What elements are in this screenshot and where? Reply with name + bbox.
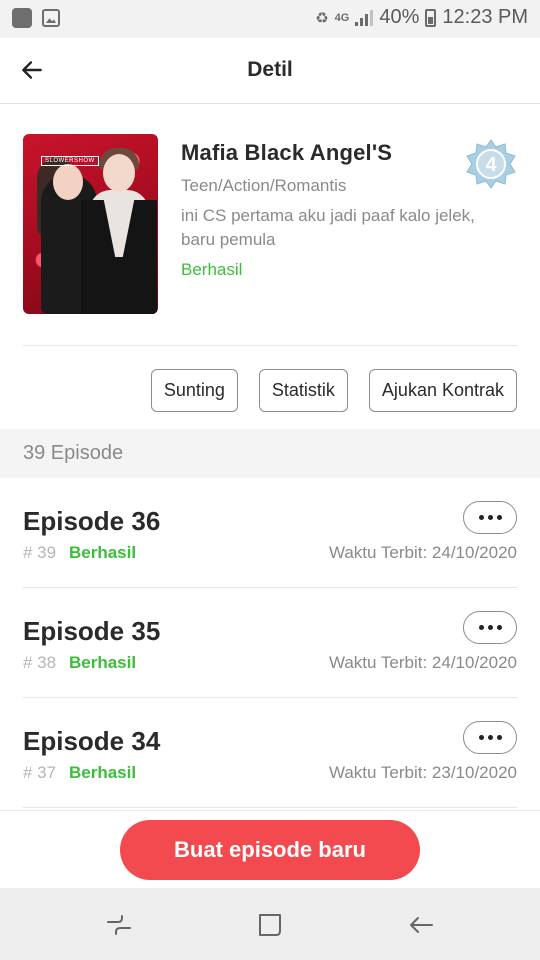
home-button[interactable] xyxy=(255,910,285,940)
book-status: Berhasil xyxy=(181,260,243,279)
battery-icon xyxy=(425,8,437,27)
clock: 12:23 PM xyxy=(442,6,528,28)
recents-icon xyxy=(107,915,131,935)
episode-row[interactable]: Episode 35 # 38 Berhasil Waktu Terbit: 2… xyxy=(23,588,517,698)
home-icon xyxy=(259,914,281,936)
book-genre: Teen/Action/Romantis xyxy=(181,176,347,195)
episode-count-strip: 39 Episode xyxy=(0,429,540,478)
image-icon xyxy=(42,9,60,27)
cover-tag: SLOWERSHOW xyxy=(41,156,99,166)
more-options-button[interactable] xyxy=(463,721,517,754)
episode-publish-date: Waktu Terbit: 23/10/2020 xyxy=(328,763,517,782)
episode-title: Episode 35 xyxy=(23,616,161,646)
more-dots-icon xyxy=(478,735,484,740)
episode-number: # 39 xyxy=(23,543,57,562)
battery-percent: 40% xyxy=(379,6,420,28)
edit-button[interactable]: Sunting xyxy=(150,369,238,412)
book-title: Mafia Black Angel'S xyxy=(181,140,393,165)
level-badge-icon: 4 xyxy=(466,139,516,189)
page-title: Detil xyxy=(247,58,293,81)
episode-title: Episode 34 xyxy=(23,726,161,756)
episode-number: # 38 xyxy=(23,653,57,672)
recycle-icon: ♻ xyxy=(315,9,329,27)
episode-number: # 37 xyxy=(23,763,57,782)
status-right: ♻ 4G 40% 12:23 PM xyxy=(315,6,528,29)
episode-status: Berhasil xyxy=(69,763,137,782)
book-info: SLOWERSHOW Mafia Black Angel'S Teen/Acti… xyxy=(23,134,517,314)
episode-status: Berhasil xyxy=(69,543,137,562)
status-bar: ♻ 4G 40% 12:23 PM xyxy=(0,0,540,38)
episode-publish-date: Waktu Terbit: 24/10/2020 xyxy=(328,653,517,672)
episode-title: Episode 36 xyxy=(23,506,161,536)
book-cover-image[interactable]: SLOWERSHOW xyxy=(23,134,158,314)
more-options-button[interactable] xyxy=(463,611,517,644)
signal-icon xyxy=(355,9,374,26)
nav-back-button[interactable] xyxy=(406,910,436,940)
episode-publish-date: Waktu Terbit: 24/10/2020 xyxy=(328,543,517,562)
divider xyxy=(23,345,517,346)
episode-row[interactable]: Episode 36 # 39 Berhasil Waktu Terbit: 2… xyxy=(23,478,517,588)
level-number: 4 xyxy=(485,154,497,176)
episode-list: Episode 36 # 39 Berhasil Waktu Terbit: 2… xyxy=(23,478,517,808)
create-episode-button[interactable]: Buat episode baru xyxy=(120,820,420,880)
more-dots-icon xyxy=(478,515,484,520)
bottom-cta-area: Buat episode baru xyxy=(0,810,540,888)
more-options-button[interactable] xyxy=(463,501,517,534)
back-icon xyxy=(410,917,433,933)
action-buttons: Sunting Statistik Ajukan Kontrak xyxy=(150,369,517,412)
episode-row[interactable]: Episode 34 # 37 Berhasil Waktu Terbit: 2… xyxy=(23,698,517,808)
submit-contract-button[interactable]: Ajukan Kontrak xyxy=(368,369,517,412)
episode-status: Berhasil xyxy=(69,653,137,672)
app-icon xyxy=(12,8,32,28)
status-left xyxy=(12,8,60,28)
header: Detil xyxy=(0,38,540,104)
book-description: ini CS pertama aku jadi paaf kalo jelek,… xyxy=(181,206,475,249)
recents-button[interactable] xyxy=(104,910,134,940)
system-nav-bar xyxy=(0,888,540,960)
statistics-button[interactable]: Statistik xyxy=(258,369,348,412)
more-dots-icon xyxy=(478,625,484,630)
episode-count: 39 Episode xyxy=(23,442,124,464)
network-type: 4G xyxy=(334,11,350,24)
